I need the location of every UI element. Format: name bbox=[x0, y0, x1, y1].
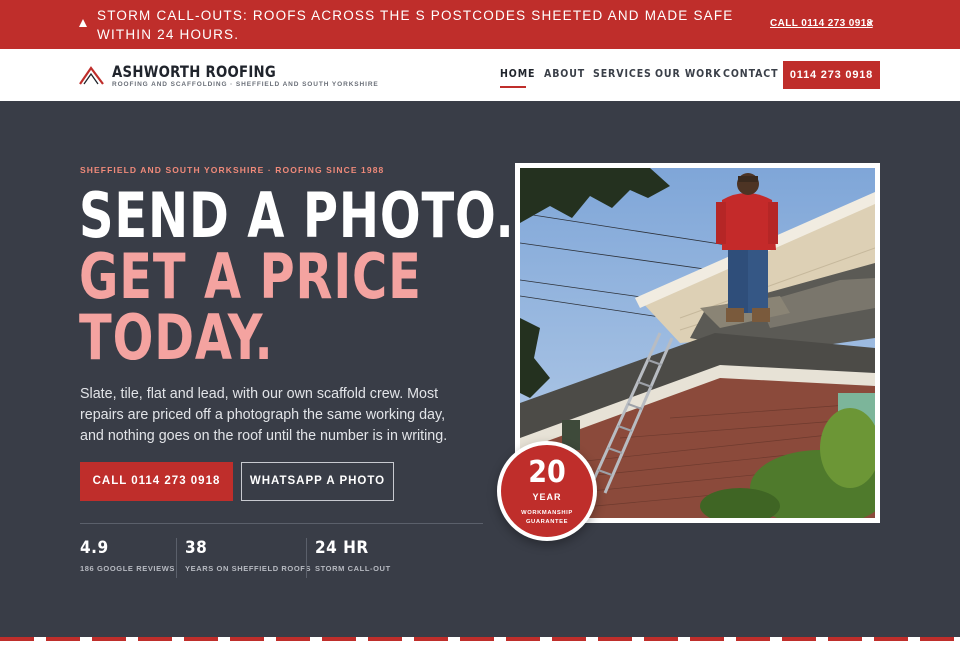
headline-line-3: TODAY. bbox=[79, 301, 274, 374]
hero-headline: SEND A PHOTO. GET A PRICE TODAY. bbox=[79, 179, 586, 374]
stat-label: STORM CALL-OUT bbox=[315, 564, 391, 573]
header-phone-button[interactable]: 0114 273 0918 bbox=[783, 61, 880, 89]
stat-separator bbox=[306, 538, 307, 578]
site-header: ASHWORTH ROOFING ROOFING AND SCAFFOLDING… bbox=[0, 49, 960, 101]
stat-reviews: 4.9 186 GOOGLE REVIEWS bbox=[80, 538, 175, 573]
nav-home[interactable]: HOME bbox=[500, 68, 535, 80]
nav-contact[interactable]: CONTACT bbox=[723, 68, 778, 80]
guarantee-badge: 20 YEAR WORKMANSHIP GUARANTEE bbox=[497, 441, 597, 541]
nav-active-underline bbox=[500, 86, 526, 88]
brand-name[interactable]: ASHWORTH ROOFING bbox=[112, 62, 276, 81]
storm-alert-bar: STORM CALL-OUTS: ROOFS ACROSS THE S POST… bbox=[0, 0, 960, 49]
stat-value: 4.9 bbox=[80, 538, 109, 558]
brand-tagline: ROOFING AND SCAFFOLDING · SHEFFIELD AND … bbox=[112, 81, 379, 88]
hero-section: SHEFFIELD AND SOUTH YORKSHIRE · ROOFING … bbox=[0, 101, 960, 637]
stats-divider bbox=[80, 523, 483, 524]
headline-line-1: SEND A PHOTO. bbox=[79, 179, 515, 252]
close-icon[interactable]: × bbox=[866, 15, 874, 31]
stat-label: YEARS ON SHEFFIELD ROOFS bbox=[185, 564, 312, 573]
whatsapp-photo-button[interactable]: WHATSAPP A PHOTO bbox=[241, 462, 394, 501]
dashed-stripe-divider bbox=[0, 637, 960, 641]
badge-unit: YEAR bbox=[532, 492, 562, 502]
badge-number: 20 bbox=[528, 455, 566, 490]
nav-services[interactable]: SERVICES bbox=[593, 68, 652, 80]
warning-triangle-icon bbox=[79, 19, 87, 27]
stat-value: 38 bbox=[185, 538, 208, 558]
nav-our-work[interactable]: OUR WORK bbox=[655, 68, 722, 80]
alert-call-link[interactable]: CALL 0114 273 0918 bbox=[770, 18, 873, 29]
stat-years: 38 YEARS ON SHEFFIELD ROOFS bbox=[185, 538, 311, 573]
stat-value: 24 HR bbox=[315, 538, 369, 558]
headline-line-2: GET A PRICE bbox=[79, 240, 422, 313]
alert-message: STORM CALL-OUTS: ROOFS ACROSS THE S POST… bbox=[97, 8, 734, 42]
hero-description: Slate, tile, flat and lead, with our own… bbox=[80, 386, 448, 444]
roof-logo-icon[interactable] bbox=[79, 65, 105, 85]
stat-label: 186 GOOGLE REVIEWS bbox=[80, 564, 175, 573]
nav-about[interactable]: ABOUT bbox=[544, 68, 585, 80]
stat-separator bbox=[176, 538, 177, 578]
badge-caption: WORKMANSHIP GUARANTEE bbox=[521, 510, 573, 525]
stat-callout: 24 HR STORM CALL-OUT bbox=[315, 538, 391, 573]
hero-kicker: SHEFFIELD AND SOUTH YORKSHIRE · ROOFING … bbox=[80, 165, 385, 175]
call-button[interactable]: CALL 0114 273 0918 bbox=[80, 462, 233, 501]
